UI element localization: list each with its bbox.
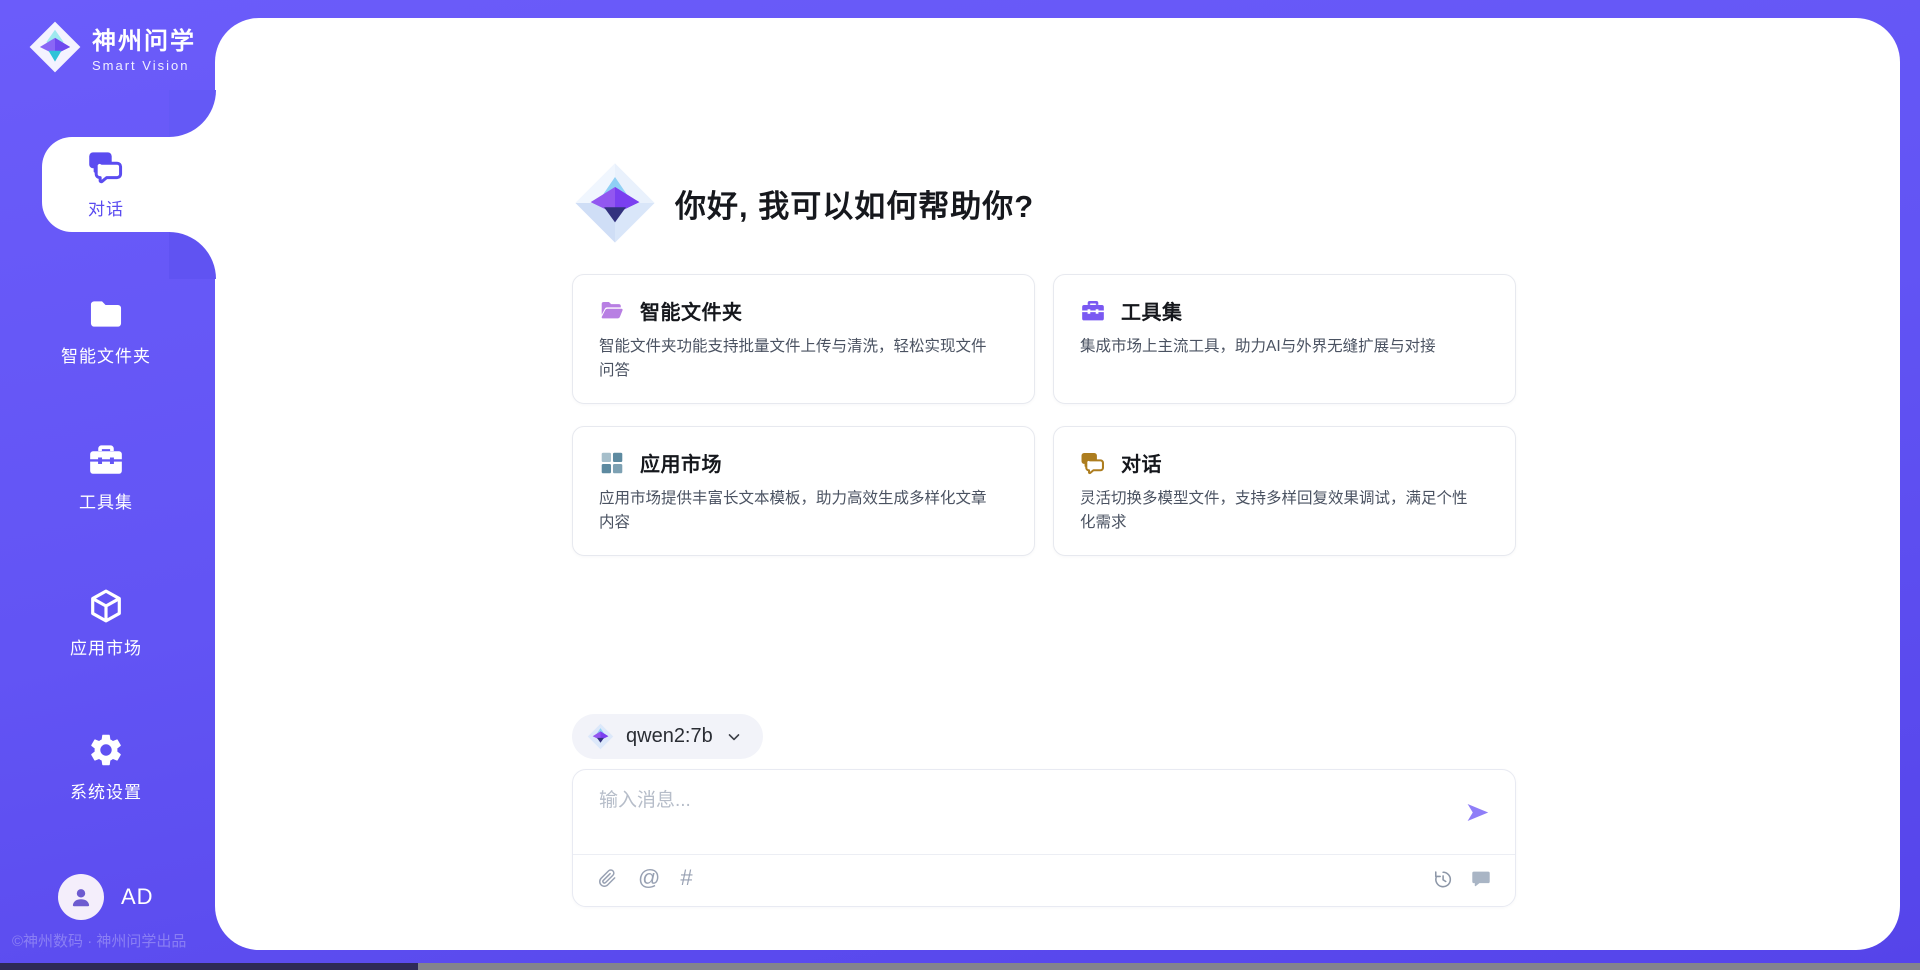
sidebar-item-chat[interactable]: 对话 <box>40 148 172 220</box>
card-description: 灵活切换多模型文件，支持多样回复效果调试，满足个性化需求 <box>1080 487 1489 535</box>
sidebar-item-label: 工具集 <box>40 488 172 513</box>
avatar <box>58 874 104 920</box>
card-app-market[interactable]: 应用市场 应用市场提供丰富长文本模板，助力高效生成多样化文章内容 <box>572 426 1035 556</box>
brand-diamond-icon <box>28 20 82 74</box>
assistant-diamond-icon <box>573 161 657 245</box>
user-profile[interactable]: AD <box>58 874 154 920</box>
composer-tools-left: @ # <box>597 867 693 889</box>
brand-title: 神州问学 <box>92 21 196 56</box>
chat-bubble-icon[interactable] <box>1470 868 1492 890</box>
card-title: 应用市场 <box>640 448 722 477</box>
bottom-edge-bar-dark <box>0 963 418 970</box>
nav-pill-connector-bottom <box>169 232 216 279</box>
grid-icon <box>599 450 625 476</box>
model-diamond-icon <box>587 723 614 750</box>
app-logo: 神州问学 Smart Vision <box>28 20 196 74</box>
mention-icon[interactable]: @ <box>638 867 660 889</box>
feature-cards: 智能文件夹 智能文件夹功能支持批量文件上传与清洗，轻松实现文件问答 工具集 集成… <box>572 274 1516 556</box>
card-title: 智能文件夹 <box>640 296 743 325</box>
chat-bubbles-icon <box>1080 450 1106 476</box>
card-smart-folder[interactable]: 智能文件夹 智能文件夹功能支持批量文件上传与清洗，轻松实现文件问答 <box>572 274 1035 404</box>
brand-subtitle: Smart Vision <box>92 58 196 73</box>
person-icon <box>68 884 94 910</box>
composer-tools-right <box>1431 868 1492 890</box>
greeting: 你好, 我可以如何帮助你? <box>573 161 1034 245</box>
nav-pill-connector-top <box>169 90 216 137</box>
card-description: 智能文件夹功能支持批量文件上传与清洗，轻松实现文件问答 <box>599 335 1008 383</box>
card-description: 应用市场提供丰富长文本模板，助力高效生成多样化文章内容 <box>599 487 1008 535</box>
message-composer: @ # <box>572 769 1516 907</box>
sidebar-item-label: 系统设置 <box>40 778 172 803</box>
attachment-icon[interactable] <box>597 868 618 889</box>
gear-icon <box>87 731 125 769</box>
card-title: 工具集 <box>1121 296 1183 325</box>
toolbox-icon <box>87 441 125 479</box>
sidebar-item-app-market[interactable]: 应用市场 <box>40 587 172 659</box>
hashtag-icon[interactable]: # <box>680 867 692 889</box>
model-name: qwen2:7b <box>626 725 713 748</box>
folder-icon <box>87 295 125 333</box>
cube-icon <box>87 587 125 625</box>
sidebar-item-toolset[interactable]: 工具集 <box>40 441 172 513</box>
card-description: 集成市场上主流工具，助力AI与外界无缝扩展与对接 <box>1080 335 1489 359</box>
send-icon[interactable] <box>1464 799 1491 826</box>
model-selector[interactable]: qwen2:7b <box>572 714 763 759</box>
copyright-text: ©神州数码 · 神州问学出品 <box>12 930 232 951</box>
user-initials: AD <box>121 884 154 910</box>
sidebar-item-label: 智能文件夹 <box>40 342 172 367</box>
sidebar-item-label: 对话 <box>40 195 172 220</box>
composer-divider <box>573 854 1515 855</box>
sidebar-item-settings[interactable]: 系统设置 <box>40 731 172 803</box>
sidebar-item-smart-folder[interactable]: 智能文件夹 <box>40 295 172 367</box>
card-title: 对话 <box>1121 448 1162 477</box>
card-toolset[interactable]: 工具集 集成市场上主流工具，助力AI与外界无缝扩展与对接 <box>1053 274 1516 404</box>
card-chat[interactable]: 对话 灵活切换多模型文件，支持多样回复效果调试，满足个性化需求 <box>1053 426 1516 556</box>
history-icon[interactable] <box>1431 868 1453 890</box>
toolbox-icon <box>1080 298 1106 324</box>
sidebar-item-label: 应用市场 <box>40 634 172 659</box>
folder-open-icon <box>599 298 625 324</box>
chat-bubbles-icon <box>87 148 125 186</box>
chevron-down-icon <box>725 728 743 746</box>
message-input[interactable] <box>599 785 1439 845</box>
greeting-text: 你好, 我可以如何帮助你? <box>675 181 1034 226</box>
